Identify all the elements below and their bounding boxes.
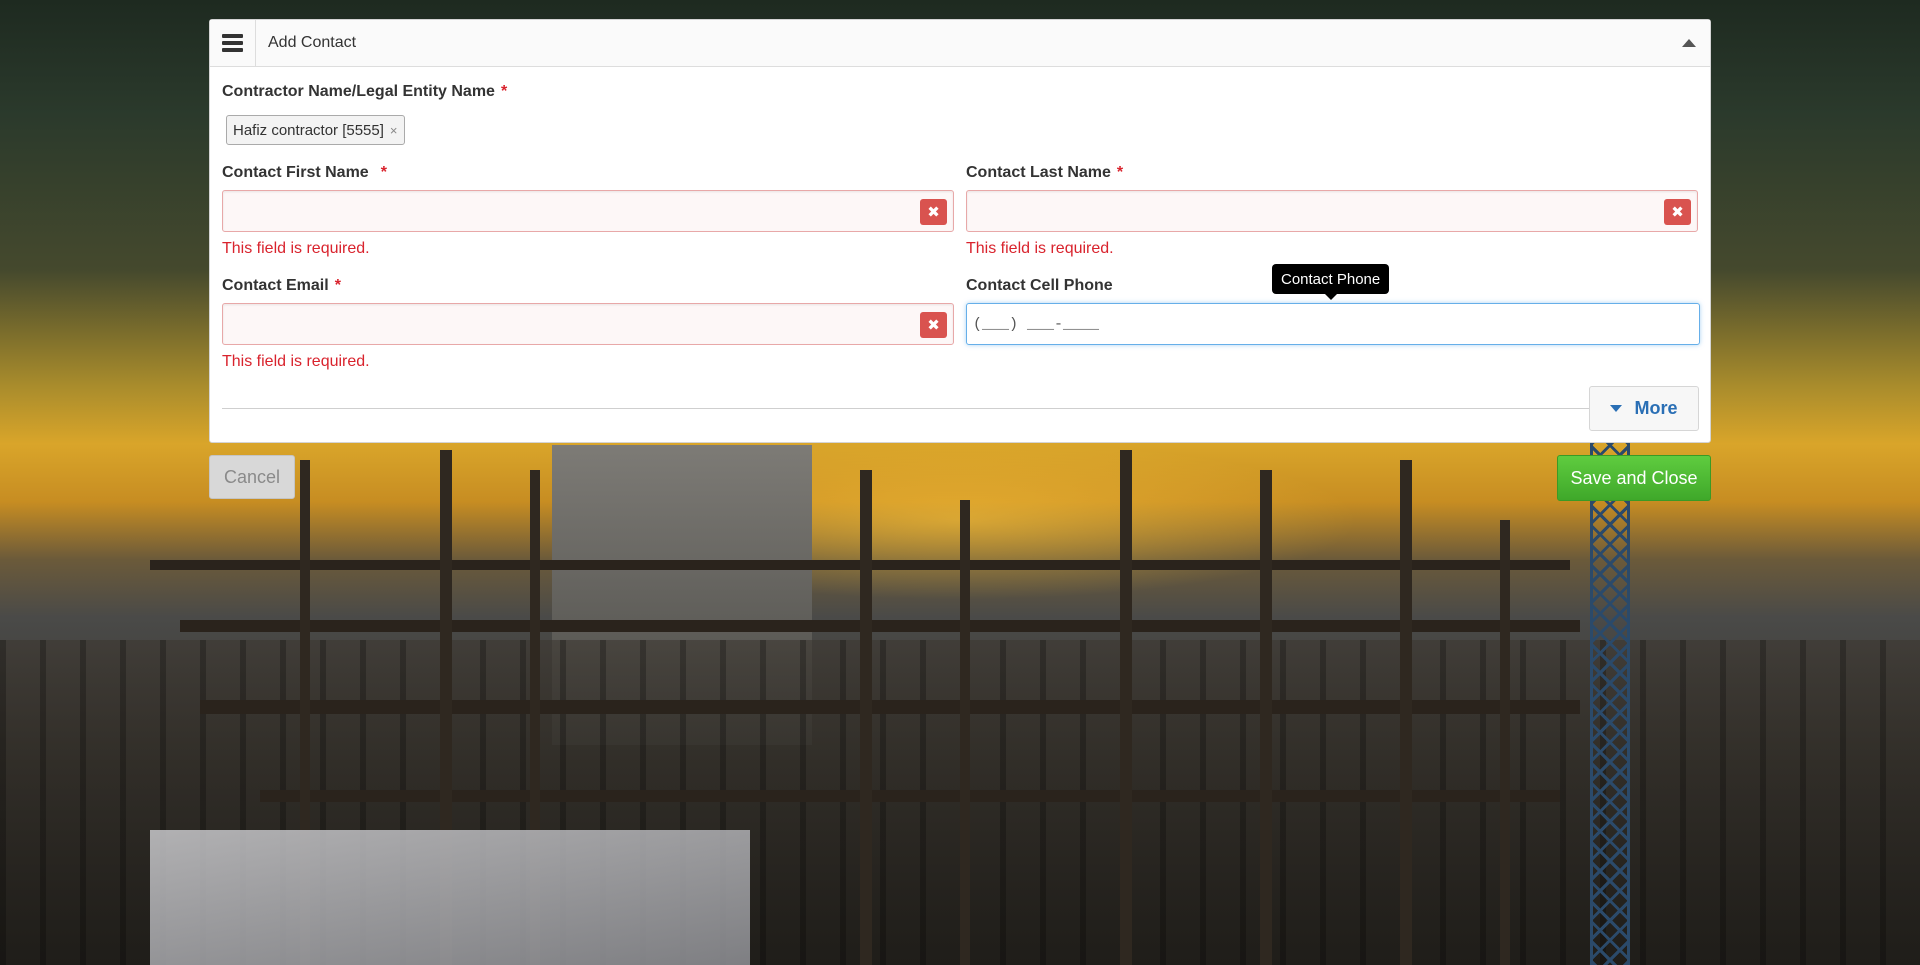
- last-name-label-text: Contact Last Name: [966, 164, 1111, 181]
- caret-up-icon[interactable]: [1682, 39, 1696, 47]
- email-error: This field is required.: [222, 353, 370, 370]
- required-mark: *: [500, 83, 508, 100]
- first-name-label-text: Contact First Name: [222, 164, 369, 181]
- first-name-field[interactable]: ✖: [222, 190, 954, 232]
- cell-phone-tooltip: Contact Phone: [1272, 264, 1390, 300]
- first-name-label: Contact First Name *: [222, 164, 387, 182]
- cancel-button[interactable]: Cancel: [209, 455, 295, 499]
- caret-down-icon: [1610, 405, 1623, 412]
- hamburger-menu-icon[interactable]: [210, 20, 256, 66]
- panel-header: Add Contact: [210, 20, 1710, 67]
- email-field[interactable]: ✖: [222, 303, 954, 345]
- required-mark: *: [334, 277, 341, 294]
- email-label-text: Contact Email: [222, 277, 329, 294]
- more-button[interactable]: More: [1589, 386, 1699, 431]
- required-mark: *: [380, 164, 387, 181]
- divider: [222, 408, 1602, 409]
- save-and-close-button[interactable]: Save and Close: [1557, 455, 1711, 501]
- required-mark: *: [1116, 164, 1124, 181]
- contractor-label-text: Contractor Name/Legal Entity Name: [222, 83, 495, 100]
- more-button-label: More: [1634, 398, 1678, 418]
- panel-title: Add Contact: [268, 34, 357, 51]
- tag-remove-icon[interactable]: ×: [390, 123, 398, 138]
- close-icon[interactable]: ✖: [920, 199, 947, 225]
- cell-phone-label: Contact Cell Phone: [966, 277, 1113, 294]
- add-contact-panel: Add Contact Contractor Name/Legal Entity…: [209, 19, 1711, 443]
- contractor-select[interactable]: Hafiz contractor [5555] ×: [222, 110, 954, 152]
- email-label: Contact Email *: [222, 277, 341, 295]
- last-name-error: This field is required.: [966, 240, 1114, 257]
- close-icon[interactable]: ✖: [1664, 199, 1691, 225]
- contractor-tag: Hafiz contractor [5555] ×: [226, 115, 405, 145]
- last-name-label: Contact Last Name *: [966, 164, 1123, 182]
- contractor-label: Contractor Name/Legal Entity Name *: [222, 83, 507, 101]
- first-name-error: This field is required.: [222, 240, 370, 257]
- cell-phone-field[interactable]: (___) ___-____: [966, 303, 1700, 345]
- last-name-field[interactable]: ✖: [966, 190, 1698, 232]
- contractor-tag-label: Hafiz contractor [5555]: [233, 121, 384, 139]
- close-icon[interactable]: ✖: [920, 312, 947, 338]
